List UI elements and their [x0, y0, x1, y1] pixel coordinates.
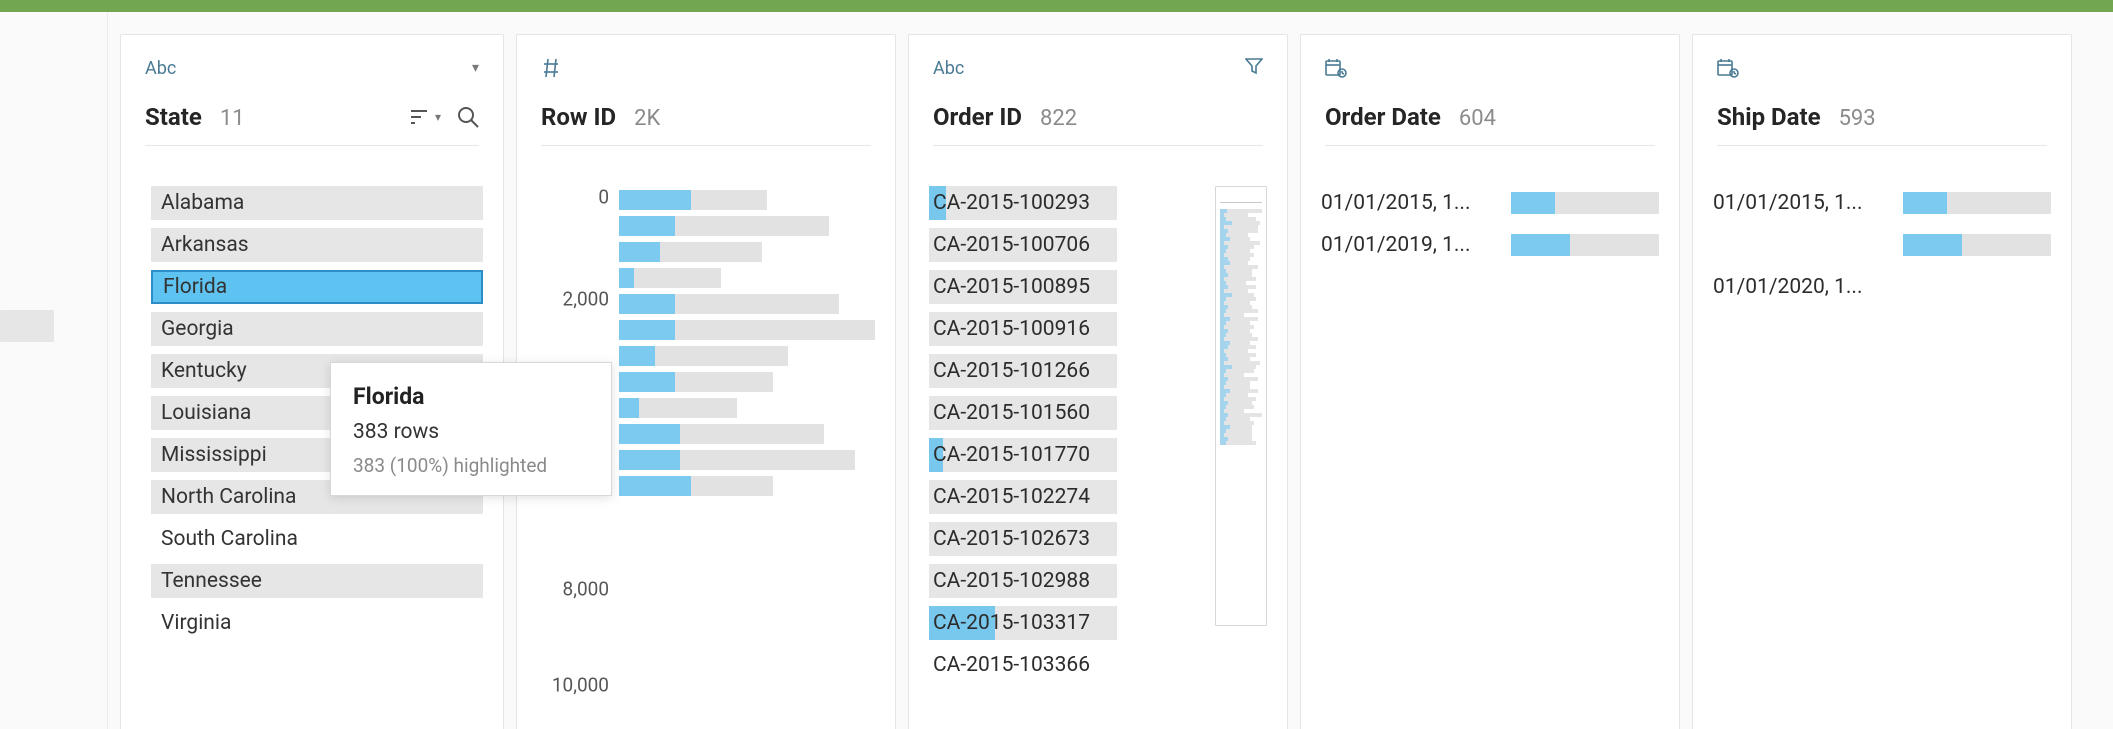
date-bar[interactable]: [1903, 270, 2051, 304]
orderid-label: CA-2015-100293: [929, 191, 1090, 215]
orderid-label: CA-2015-102274: [929, 485, 1090, 509]
date-item[interactable]: 01/01/2015, 1...: [1321, 186, 1497, 220]
order-date-list: 01/01/2015, 1... 01/01/2019, 1...: [1321, 186, 1497, 262]
panel-count: 2K: [634, 106, 660, 131]
y-tick-label: 10,000: [552, 674, 609, 697]
panel-order-id: Abc Order ID 822 CA-2015-100293: [908, 34, 1288, 729]
ship-date-list: 01/01/2015, 1... 01/01/2020, 1...: [1713, 186, 1889, 304]
minimap-viewport[interactable]: [1220, 193, 1262, 203]
orderid-item[interactable]: CA-2015-103366: [929, 648, 1205, 682]
histogram-bin[interactable]: [619, 190, 875, 210]
orderid-label: CA-2015-103317: [929, 611, 1090, 635]
panel-count: 604: [1459, 106, 1496, 131]
field-type-dropdown-caret[interactable]: ▾: [472, 60, 479, 76]
left-sidebar-stub: [0, 12, 108, 729]
orderid-label: CA-2015-103366: [929, 653, 1090, 677]
abc-type-icon: Abc: [933, 58, 964, 79]
panel-title: Row ID: [541, 103, 616, 131]
orderid-item[interactable]: CA-2015-100293: [929, 186, 1205, 220]
orderid-item[interactable]: CA-2015-100916: [929, 312, 1205, 346]
sort-button[interactable]: ▾: [411, 108, 441, 126]
orderid-item[interactable]: CA-2015-100895: [929, 270, 1205, 304]
state-item[interactable]: Arkansas: [151, 228, 483, 262]
panel-count: 11: [220, 106, 245, 131]
orderid-label: CA-2015-101770: [929, 443, 1090, 467]
date-item[interactable]: [1713, 228, 1889, 262]
search-icon[interactable]: [457, 106, 479, 128]
panel-ship-date: Ship Date 593 01/01/2015, 1... 01/01/2020…: [1692, 34, 2072, 729]
histogram-bin[interactable]: [619, 476, 875, 496]
orderid-minimap[interactable]: [1215, 186, 1267, 626]
date-bar[interactable]: [1903, 228, 2051, 262]
filter-icon[interactable]: [1245, 57, 1263, 79]
histogram-bin[interactable]: [619, 216, 875, 236]
minimap-body: [1220, 209, 1262, 445]
histogram-bin[interactable]: [619, 450, 875, 470]
histogram-bin[interactable]: [619, 294, 875, 314]
panel-title: Order ID: [933, 103, 1022, 131]
orderid-list: CA-2015-100293 CA-2015-100706 CA-2015-1008…: [929, 186, 1205, 723]
orderid-label: CA-2015-100916: [929, 317, 1090, 341]
app-top-bar: [0, 0, 2113, 12]
histogram-bin[interactable]: [619, 424, 875, 444]
panel-order-date: Order Date 604 01/01/2015, 1...01/01/201…: [1300, 34, 1680, 729]
state-item[interactable]: Florida: [151, 270, 483, 304]
tooltip-highlighted: 383 (100%) highlighted: [353, 454, 589, 477]
orderid-label: CA-2015-101266: [929, 359, 1090, 383]
date-item[interactable]: 01/01/2015, 1...: [1713, 186, 1889, 220]
minimap-row: [1220, 441, 1262, 445]
date-item[interactable]: 01/01/2020, 1...: [1713, 270, 1889, 304]
panel-title: Order Date: [1325, 103, 1441, 131]
date-bar[interactable]: [1511, 228, 1659, 262]
histogram-bin[interactable]: [619, 242, 875, 262]
state-item[interactable]: Alabama: [151, 186, 483, 220]
y-tick-label: 2,000: [563, 287, 609, 310]
state-item[interactable]: Virginia: [151, 606, 483, 640]
tooltip-rows: 383 rows: [353, 420, 589, 444]
orderid-item[interactable]: CA-2015-103317: [929, 606, 1205, 640]
orderid-label: CA-2015-102988: [929, 569, 1090, 593]
panel-count: 822: [1040, 106, 1077, 131]
histogram-bin[interactable]: [619, 268, 875, 288]
state-item[interactable]: Tennessee: [151, 564, 483, 598]
tooltip-title: Florida: [353, 383, 589, 410]
orderid-item[interactable]: CA-2015-102274: [929, 480, 1205, 514]
orderid-item[interactable]: CA-2015-101266: [929, 354, 1205, 388]
order-date-bars: [1511, 186, 1659, 262]
datetime-type-icon: [1717, 58, 1739, 78]
orderid-item[interactable]: CA-2015-101770: [929, 438, 1205, 472]
panel-title: Ship Date: [1717, 103, 1821, 131]
state-item[interactable]: South Carolina: [151, 522, 483, 556]
histogram-bin[interactable]: [619, 346, 875, 366]
date-item[interactable]: 01/01/2019, 1...: [1321, 228, 1497, 262]
abc-type-icon: Abc: [145, 58, 176, 79]
orderid-label: CA-2015-101560: [929, 401, 1090, 425]
orderid-item[interactable]: CA-2015-100706: [929, 228, 1205, 262]
histogram-bin[interactable]: [619, 372, 875, 392]
rowid-histogram[interactable]: [619, 186, 875, 723]
datetime-type-icon: [1325, 58, 1347, 78]
orderid-label: CA-2015-100706: [929, 233, 1090, 257]
sidebar-chip: [0, 310, 54, 342]
y-tick-label: 0: [598, 185, 609, 208]
ship-date-bars: [1903, 186, 2051, 304]
date-bar[interactable]: [1511, 186, 1659, 220]
date-bar[interactable]: [1903, 186, 2051, 220]
orderid-item[interactable]: CA-2015-102988: [929, 564, 1205, 598]
hover-tooltip: Florida 383 rows 383 (100%) highlighted: [330, 362, 612, 496]
histogram-bin[interactable]: [619, 398, 875, 418]
orderid-label: CA-2015-100895: [929, 275, 1090, 299]
panel-count: 593: [1839, 106, 1876, 131]
orderid-label: CA-2015-102673: [929, 527, 1090, 551]
histogram-bin[interactable]: [619, 320, 875, 340]
panel-title: State: [145, 103, 202, 131]
orderid-item[interactable]: CA-2015-101560: [929, 396, 1205, 430]
number-type-icon: [541, 58, 561, 78]
orderid-item[interactable]: CA-2015-102673: [929, 522, 1205, 556]
y-tick-label: 8,000: [563, 577, 609, 600]
state-item[interactable]: Georgia: [151, 312, 483, 346]
